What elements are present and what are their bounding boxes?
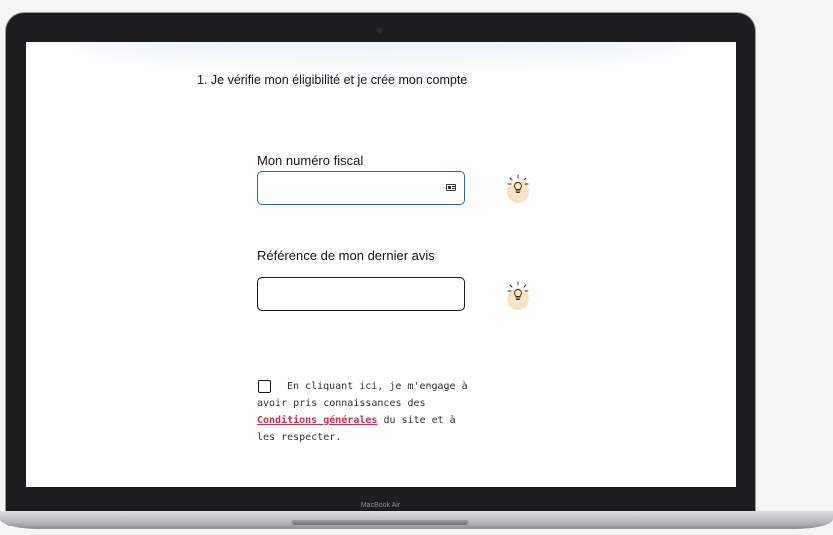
laptop-notch	[292, 520, 468, 525]
fiscal-number-input[interactable]	[264, 174, 448, 204]
fiscal-number-field[interactable]	[257, 171, 465, 205]
step-title: 1. Je vérifie mon éligibilité et je crée…	[197, 73, 468, 87]
brand-label: MacBook Air	[360, 502, 401, 509]
id-card-icon	[446, 184, 456, 191]
notice-reference-field[interactable]	[257, 277, 465, 311]
consent-text: En cliquant ici, je m'engage à avoir pri…	[257, 378, 477, 446]
notice-reference-label: Référence de mon dernier avis	[257, 248, 435, 263]
camera-dot	[377, 28, 382, 33]
header-shadow	[76, 42, 686, 62]
consent-text-before: En cliquant ici, je m'engage à avoir pri…	[257, 381, 468, 409]
notice-reference-input[interactable]	[264, 280, 448, 310]
notice-help-lightbulb-icon[interactable]	[507, 281, 529, 310]
fiscal-number-label: Mon numéro fiscal	[257, 153, 364, 168]
fiscal-help-lightbulb-icon[interactable]	[507, 174, 529, 203]
conditions-generales-link[interactable]: Conditions générales	[257, 415, 377, 426]
laptop-screen: 1. Je vérifie mon éligibilité et je crée…	[26, 42, 736, 487]
